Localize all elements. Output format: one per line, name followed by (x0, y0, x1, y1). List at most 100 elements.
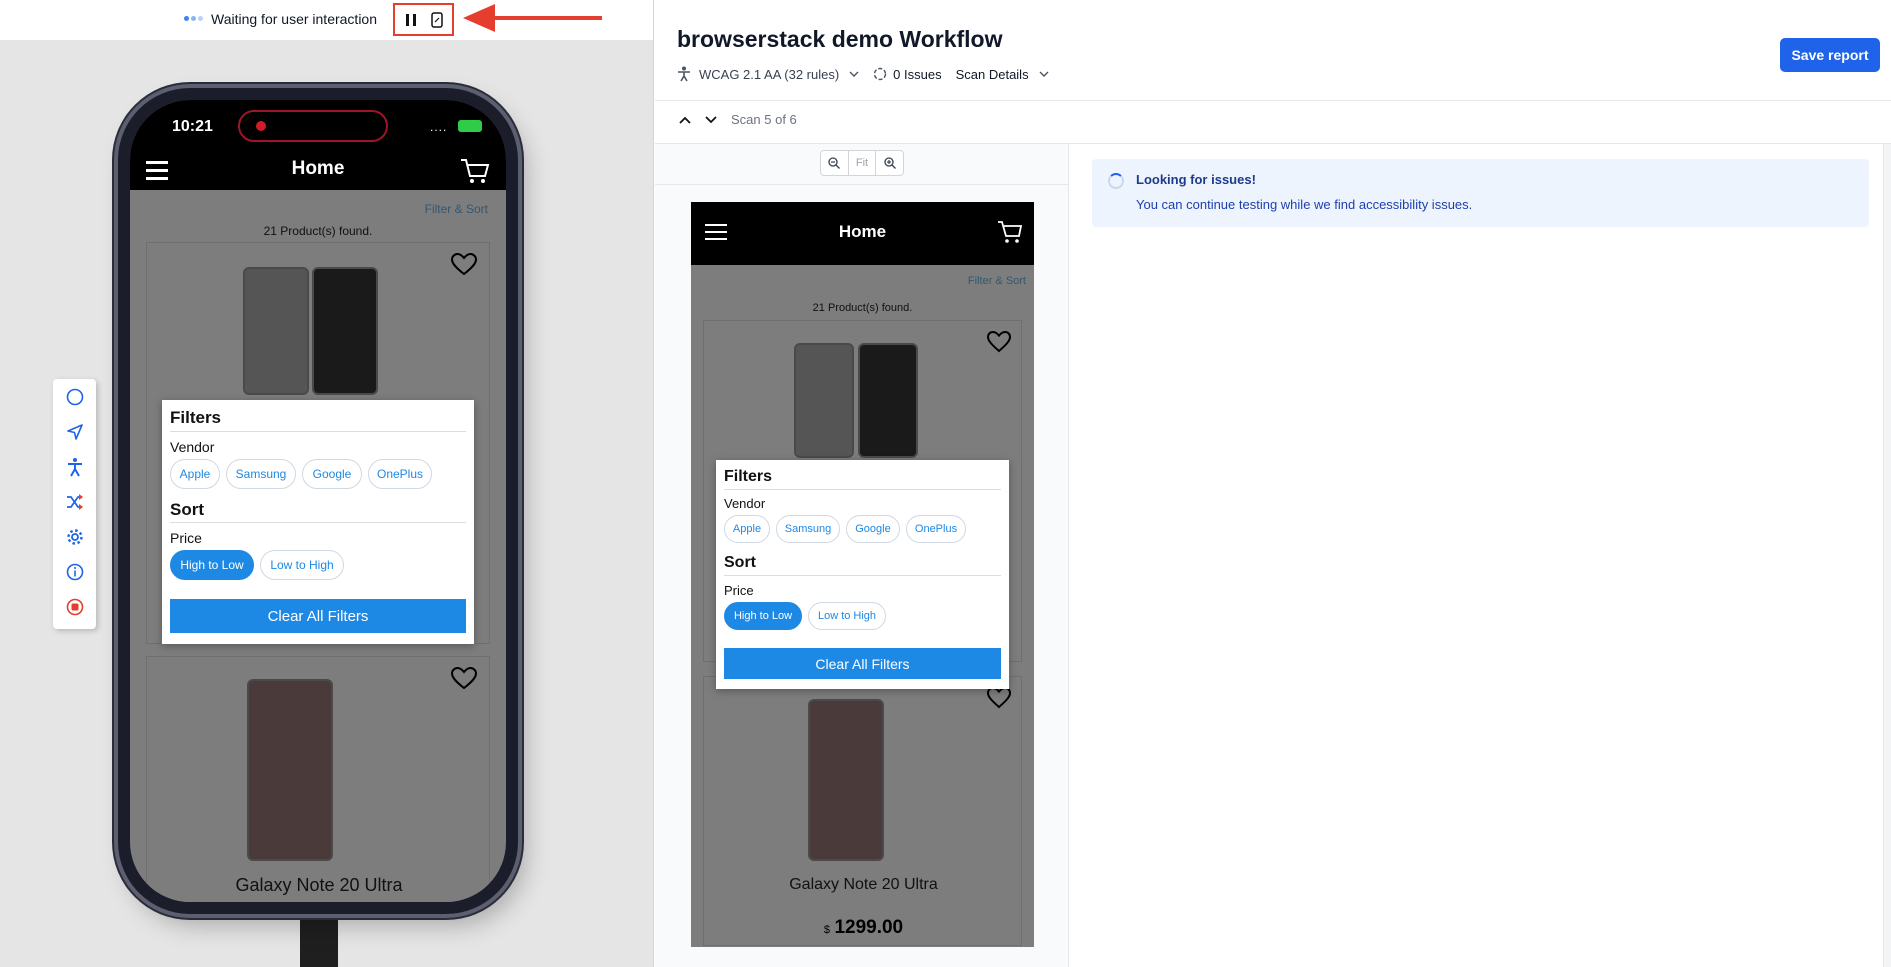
spinner-icon (1108, 173, 1124, 189)
device-status-bar: 10:21 .... (130, 100, 506, 150)
device-cable (300, 914, 338, 967)
device-icon (431, 12, 443, 28)
zoom-in-icon (884, 157, 896, 169)
chevron-up-icon[interactable] (679, 116, 691, 124)
cart-icon (998, 221, 1023, 243)
device-toolbar (53, 379, 96, 629)
accessibility-icon (678, 66, 690, 82)
divider (724, 489, 1001, 490)
accessibility-icon (68, 458, 82, 477)
filter-sort-link[interactable]: Filter & Sort (425, 202, 488, 216)
device-screen[interactable]: 10:21 .... Home Filter & Sort 21 Product… (130, 100, 506, 902)
heart-icon[interactable] (451, 667, 477, 691)
session-controls-highlight (393, 3, 454, 36)
shuffle-button[interactable] (64, 491, 86, 513)
scrollbar[interactable] (1883, 144, 1891, 967)
zoom-out-button[interactable] (821, 151, 849, 175)
heart-icon[interactable] (451, 253, 477, 277)
signal-icon: .... (430, 120, 448, 134)
ruleset-dropdown[interactable]: WCAG 2.1 AA (32 rules) (677, 66, 859, 82)
chevron-down-icon[interactable] (705, 115, 717, 124)
shot-products-found: 21 Product(s) found. (812, 302, 913, 314)
device-button[interactable] (427, 11, 447, 29)
pause-icon (406, 14, 416, 26)
vendor-chip-apple: Apple (724, 515, 770, 543)
report-pane: browserstack demo Workflow WCAG 2.1 AA (… (655, 0, 1891, 967)
circle-icon (66, 388, 84, 406)
zoom-controls: Fit (820, 150, 904, 176)
vendor-chip-samsung[interactable]: Samsung (226, 459, 296, 489)
vendor-chip-samsung: Samsung (776, 515, 840, 543)
settings-button[interactable] (64, 526, 86, 548)
chevron-down-icon (1039, 71, 1049, 77)
loading-dots-icon (184, 16, 206, 22)
stop-session-button[interactable] (64, 596, 86, 618)
product-image (243, 267, 309, 395)
filters-title: Filters (170, 408, 222, 427)
filters-title: Filters (724, 468, 773, 485)
save-report-button[interactable]: Save report (1780, 38, 1880, 72)
shot-filter-sort: Filter & Sort (967, 275, 1026, 287)
issues-label: 0 Issues (893, 66, 942, 82)
heart-icon (987, 687, 1011, 709)
report-meta: WCAG 2.1 AA (32 rules) 0 Issues Scan Det… (677, 66, 1063, 82)
info-button[interactable] (64, 561, 86, 583)
location-button[interactable] (64, 421, 86, 443)
shot-product-name: Galaxy Note 20 Ultra (789, 876, 938, 893)
recording-dot-icon (256, 121, 266, 131)
sort-high-to-low[interactable]: High to Low (170, 550, 254, 580)
product-image (312, 267, 378, 395)
heart-icon (987, 331, 1011, 353)
ruleset-label: WCAG 2.1 AA (32 rules) (699, 66, 840, 82)
shuffle-icon (67, 494, 83, 510)
product-image (808, 699, 884, 861)
vendor-chip-oneplus[interactable]: OnePlus (368, 459, 432, 489)
vendor-chip-oneplus: OnePlus (906, 515, 966, 543)
scan-details-dropdown[interactable]: Scan Details (956, 67, 1049, 82)
product-name: Galaxy Note 20 Ultra (235, 875, 403, 895)
divider (724, 575, 1001, 576)
sort-high-to-low: High to Low (724, 602, 802, 630)
sort-title: Sort (724, 554, 756, 571)
products-found-text: 21 Product(s) found. (263, 224, 373, 238)
stop-record-icon (66, 598, 84, 616)
divider (170, 431, 466, 432)
scan-details-label: Scan Details (955, 66, 1029, 82)
vendor-label: Vendor (724, 496, 766, 511)
sort-low-to-high[interactable]: Low to High (260, 550, 344, 580)
vendor-chip-google[interactable]: Google (302, 459, 362, 489)
scan-navigator: Scan 5 of 6 (679, 112, 797, 127)
price-label: Price (170, 530, 202, 546)
accessibility-button[interactable] (64, 456, 86, 478)
clear-all-filters-button[interactable]: Clear All Filters (170, 599, 466, 633)
session-topbar: Waiting for user interaction (0, 0, 653, 40)
filters-modal: Filters Vendor Apple Samsung Google OneP… (162, 400, 474, 644)
price-label: Price (724, 583, 754, 598)
gear-icon (67, 529, 83, 545)
vendor-chip-apple[interactable]: Apple (170, 459, 220, 489)
product-card[interactable]: Galaxy Note 20 Ultra $ 1299.00 (146, 656, 490, 902)
chevron-down-icon (849, 71, 859, 77)
alert-body: You can continue testing while we find a… (1136, 197, 1473, 212)
home-circle-button[interactable] (64, 386, 86, 408)
issues-count: 0 Issues (873, 66, 942, 82)
divider (655, 184, 1069, 185)
sort-low-to-high: Low to High (808, 602, 886, 630)
divider (170, 522, 466, 523)
sort-title: Sort (170, 500, 204, 519)
shot-product-price: $ 1299.00 (704, 917, 1023, 939)
divider (655, 100, 1891, 101)
scan-position-label: Scan 5 of 6 (731, 112, 797, 127)
shot-filters-modal: Filters Vendor Apple Samsung Google OneP… (716, 460, 1009, 689)
zoom-fit-button[interactable]: Fit (849, 151, 877, 175)
clear-all-filters-button: Clear All Filters (724, 648, 1001, 679)
pause-button[interactable] (401, 11, 421, 29)
shot-header-title: Home (838, 222, 887, 241)
vendor-chip-google: Google (846, 515, 900, 543)
annotation-arrow-line (490, 16, 602, 20)
zoom-in-button[interactable] (876, 151, 903, 175)
device-time: 10:21 (172, 118, 213, 135)
vendor-label: Vendor (170, 439, 215, 455)
cart-icon[interactable] (460, 158, 490, 184)
device-frame: 10:21 .... Home Filter & Sort 21 Product… (118, 88, 518, 914)
